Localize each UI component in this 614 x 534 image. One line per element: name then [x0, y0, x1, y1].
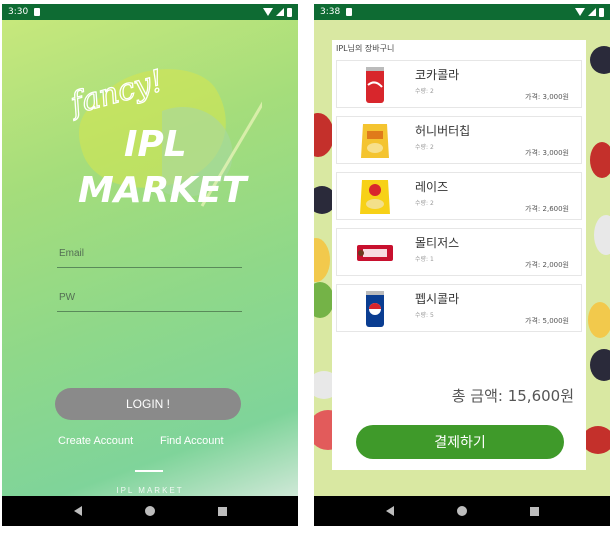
cart-item-row[interactable]: 레이즈 수량: 2 가격: 2,600원: [336, 172, 582, 220]
wifi-icon: [263, 8, 273, 16]
wifi-icon: [575, 8, 585, 16]
maltesers-pack-icon: [357, 245, 393, 261]
find-account-link[interactable]: Find Account: [160, 435, 224, 447]
create-account-link[interactable]: Create Account: [58, 435, 133, 447]
total-amount: 총 금액: 15,600원: [451, 387, 574, 405]
item-quantity: 수량: 2: [415, 200, 434, 207]
password-placeholder: PW: [59, 292, 76, 303]
home-icon[interactable]: [456, 506, 467, 516]
footer-divider: [135, 470, 163, 472]
cart-phone-screen: 3:38 IPL님의 장바구니 코카콜라 수량: 2 가격: 3,000원 허니…: [314, 4, 610, 526]
status-bar: 3:38: [314, 4, 610, 20]
nav-bar: [314, 496, 610, 526]
nav-bar: [2, 496, 298, 526]
password-field[interactable]: PW: [57, 290, 242, 312]
pepsi-can-icon: [366, 291, 384, 327]
item-name: 허니버터칩: [415, 124, 471, 138]
logo-line2: MARKET: [78, 170, 249, 211]
lays-bag-icon: [360, 180, 390, 214]
item-name: 코카콜라: [415, 68, 460, 82]
battery-icon: [287, 7, 292, 17]
back-icon[interactable]: [385, 506, 394, 516]
login-background: fancy! IPL MARKET Email PW LOGIN ! Creat…: [2, 20, 298, 496]
home-icon[interactable]: [144, 506, 155, 516]
item-name: 레이즈: [415, 180, 449, 194]
login-button[interactable]: LOGIN !: [55, 388, 241, 420]
item-name: 몰티저스: [415, 236, 460, 250]
cart-card: IPL님의 장바구니 코카콜라 수량: 2 가격: 3,000원 허니버터칩 수…: [332, 40, 586, 470]
item-quantity: 수량: 1: [415, 256, 434, 263]
recent-apps-icon[interactable]: [529, 506, 539, 516]
logo-line1: IPL: [124, 124, 187, 165]
status-bar: 3:30: [2, 4, 298, 20]
honey-butter-chip-bag-icon: [361, 124, 389, 158]
recent-apps-icon[interactable]: [217, 506, 227, 516]
item-quantity: 수량: 5: [415, 312, 434, 319]
pay-button[interactable]: 결제하기: [356, 425, 564, 459]
item-quantity: 수량: 2: [415, 88, 434, 95]
back-icon[interactable]: [73, 506, 82, 516]
email-field[interactable]: Email: [57, 246, 242, 268]
item-quantity: 수량: 2: [415, 144, 434, 151]
login-phone-screen: 3:30 fancy! IPL MARKET Email PW LOGIN ! …: [2, 4, 298, 526]
footer-brand: IPL MARKET: [116, 486, 184, 495]
item-price: 가격: 3,000원: [525, 93, 569, 101]
status-time: 3:30: [8, 7, 29, 17]
cart-item-row[interactable]: 몰티저스 수량: 1 가격: 2,000원: [336, 228, 582, 276]
signal-icon: [588, 8, 596, 16]
cart-title: IPL님의 장바구니: [336, 44, 395, 53]
ipl-market-logo: fancy! IPL MARKET: [64, 63, 262, 211]
status-time: 3:38: [320, 7, 341, 17]
cart-background: IPL님의 장바구니 코카콜라 수량: 2 가격: 3,000원 허니버터칩 수…: [314, 20, 610, 496]
item-name: 펩시콜라: [415, 292, 460, 306]
sim-card-icon: [34, 8, 41, 16]
item-price: 가격: 3,000원: [525, 149, 569, 157]
sim-card-icon: [346, 8, 353, 16]
signal-icon: [276, 8, 284, 16]
coca-cola-can-icon: [366, 67, 384, 103]
email-placeholder: Email: [59, 248, 85, 259]
cart-item-row[interactable]: 펩시콜라 수량: 5 가격: 5,000원: [336, 284, 582, 332]
cart-item-row[interactable]: 코카콜라 수량: 2 가격: 3,000원: [336, 60, 582, 108]
item-price: 가격: 5,000원: [525, 317, 569, 325]
cart-item-row[interactable]: 허니버터칩 수량: 2 가격: 3,000원: [336, 116, 582, 164]
item-price: 가격: 2,600원: [525, 205, 569, 213]
item-price: 가격: 2,000원: [525, 261, 569, 269]
battery-icon: [599, 7, 604, 17]
